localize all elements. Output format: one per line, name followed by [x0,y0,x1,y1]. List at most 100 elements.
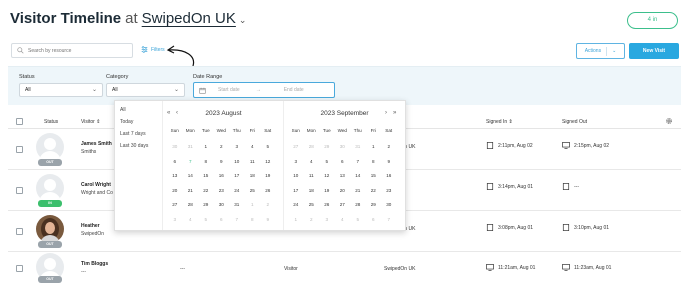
calendar-day[interactable]: 8 [245,217,261,222]
calendar-day[interactable]: 12 [319,173,335,178]
preset-last-7-days[interactable]: Last 7 days [120,131,146,137]
calendar-day[interactable]: 1 [198,144,214,149]
column-header-visitor[interactable]: Visitor ⇕ [81,119,100,125]
date-range-input[interactable]: Start date → End date [193,82,335,98]
calendar-day[interactable]: 11 [304,173,320,178]
calendar-day[interactable]: 2 [381,144,397,149]
calendar-day[interactable]: 25 [245,188,261,193]
table-row[interactable]: OUT Tim Bloggs --- --- Visitor SwipedOn … [8,253,681,292]
location-selector[interactable]: SwipedOn UK [142,10,236,27]
calendar-day[interactable]: 28 [183,202,199,207]
calendar-day[interactable]: 26 [319,202,335,207]
calendar-day[interactable]: 10 [229,159,245,164]
calendar-day[interactable]: 4 [304,159,320,164]
calendar-day[interactable]: 31 [183,144,199,149]
next-year-button[interactable]: » [393,110,396,116]
calendar-day[interactable]: 16 [214,173,230,178]
visitor-name[interactable]: James Smith [81,141,112,147]
calendar-day[interactable]: 5 [260,144,276,149]
calendar-day[interactable]: 20 [335,188,351,193]
calendar-day[interactable]: 19 [319,188,335,193]
row-checkbox[interactable] [16,265,23,272]
gear-icon[interactable] [665,117,673,125]
calendar-day[interactable]: 4 [183,217,199,222]
calendar-day[interactable]: 2 [260,202,276,207]
calendar-day[interactable]: 19 [260,173,276,178]
actions-button[interactable]: Actions ⌄ [576,43,625,59]
calendar-day[interactable]: 20 [167,188,183,193]
visitor-name[interactable]: Carol Wright [81,182,111,188]
visitor-name[interactable]: Tim Bloggs [81,261,108,267]
chevron-down-icon[interactable]: ⌄ [239,15,247,26]
calendar-day[interactable]: 10 [288,173,304,178]
calendar-day[interactable]: 7 [381,217,397,222]
calendar-day[interactable]: 15 [198,173,214,178]
calendar-day[interactable]: 24 [229,188,245,193]
calendar-day[interactable]: 31 [229,202,245,207]
calendar-day[interactable]: 12 [260,159,276,164]
calendar-day[interactable]: 13 [167,173,183,178]
preset-today[interactable]: Today [120,119,133,125]
calendar-day[interactable]: 6 [335,159,351,164]
calendar-day[interactable]: 23 [214,188,230,193]
calendar-day[interactable]: 29 [198,202,214,207]
calendar-day[interactable]: 24 [288,202,304,207]
calendar-day[interactable]: 5 [350,217,366,222]
search-input[interactable] [28,47,128,54]
calendar-day[interactable]: 6 [366,217,382,222]
calendar-day[interactable]: 18 [245,173,261,178]
start-date-input[interactable]: Start date [218,87,240,93]
calendar-day[interactable]: 3 [167,217,183,222]
calendar-day[interactable]: 28 [350,202,366,207]
calendar-day[interactable]: 26 [260,188,276,193]
calendar-day[interactable]: 5 [319,159,335,164]
calendar-day[interactable]: 7 [350,159,366,164]
calendar-day[interactable]: 30 [167,144,183,149]
calendar-day[interactable]: 28 [304,144,320,149]
calendar-day[interactable]: 29 [366,202,382,207]
calendar-day[interactable]: 17 [288,188,304,193]
calendar-day[interactable]: 3 [319,217,335,222]
calendar-day[interactable]: 13 [335,173,351,178]
category-filter-select[interactable]: All ⌄ [106,83,185,97]
calendar-day[interactable]: 9 [260,217,276,222]
calendar-day[interactable]: 29 [319,144,335,149]
calendar-day[interactable]: 11 [245,159,261,164]
calendar-day[interactable]: 14 [350,173,366,178]
calendar-day[interactable]: 15 [366,173,382,178]
calendar-day[interactable]: 14 [183,173,199,178]
calendar-day[interactable]: 22 [198,188,214,193]
calendar-day[interactable]: 6 [167,159,183,164]
calendar-day[interactable]: 30 [214,202,230,207]
calendar-day[interactable]: 7 [229,217,245,222]
calendar-day[interactable]: 3 [229,144,245,149]
calendar-day[interactable]: 9 [381,159,397,164]
calendar-day[interactable]: 7 [183,159,199,164]
new-visit-button[interactable]: New Visit [629,43,679,59]
calendar-day[interactable]: 22 [366,188,382,193]
calendar-day[interactable]: 6 [214,217,230,222]
end-date-input[interactable]: End date [284,87,304,93]
calendar-day[interactable]: 1 [366,144,382,149]
calendar-day[interactable]: 18 [304,188,320,193]
calendar-day[interactable]: 27 [288,144,304,149]
calendar-day[interactable]: 23 [381,188,397,193]
calendar-day[interactable]: 5 [198,217,214,222]
filters-button[interactable]: Filters [141,46,165,53]
calendar-day[interactable]: 4 [335,217,351,222]
calendar-day[interactable]: 1 [288,217,304,222]
calendar-day[interactable]: 21 [183,188,199,193]
calendar-day[interactable]: 4 [245,144,261,149]
preset-last-30-days[interactable]: Last 30 days [120,143,148,149]
calendar-day[interactable]: 8 [366,159,382,164]
search-field[interactable] [11,43,133,58]
status-filter-select[interactable]: All ⌄ [19,83,103,97]
row-checkbox[interactable] [16,187,23,194]
calendar-day[interactable]: 17 [229,173,245,178]
calendar-day[interactable]: 3 [288,159,304,164]
calendar-day[interactable]: 9 [214,159,230,164]
calendar-day[interactable]: 8 [198,159,214,164]
row-checkbox[interactable] [16,146,23,153]
column-header-signed-in[interactable]: Signed In ⇕ [486,119,513,125]
calendar-day[interactable]: 30 [381,202,397,207]
